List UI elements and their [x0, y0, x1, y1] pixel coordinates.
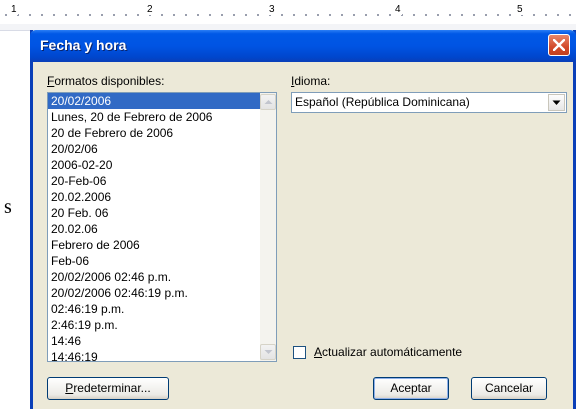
format-option[interactable]: 20.02.06: [48, 221, 260, 237]
scroll-up-button[interactable]: [260, 94, 276, 110]
close-icon: [553, 39, 565, 51]
dialog-titlebar[interactable]: Fecha y hora: [30, 30, 576, 62]
language-dropdown-button[interactable]: [548, 94, 565, 111]
format-option[interactable]: 20/02/2006: [48, 93, 260, 109]
chevron-down-icon: [552, 100, 561, 105]
formats-scrollbar[interactable]: [260, 93, 276, 361]
arrow-down-icon: [264, 350, 273, 354]
format-option[interactable]: 2:46:19 p.m.: [48, 317, 260, 333]
document-ruler: 1 2 3 4 5: [0, 0, 576, 31]
format-option[interactable]: 2006-02-20: [48, 157, 260, 173]
format-option[interactable]: 14:46:19: [48, 349, 260, 361]
format-option[interactable]: 20 Feb. 06: [48, 205, 260, 221]
ruler-number-5: 5: [516, 4, 524, 15]
language-select-value: Español (República Dominicana): [295, 95, 470, 109]
dialog-title: Fecha y hora: [40, 37, 127, 53]
format-option[interactable]: 20/02/06: [48, 141, 260, 157]
language-select[interactable]: Español (República Dominicana): [291, 92, 567, 113]
ruler-number-1: 1: [10, 4, 18, 15]
format-option[interactable]: Febrero de 2006: [48, 237, 260, 253]
format-option[interactable]: 02:46:19 p.m.: [48, 301, 260, 317]
background-document-text: s: [4, 196, 12, 218]
cancel-button[interactable]: Cancelar: [471, 377, 547, 400]
format-option[interactable]: 20/02/2006 02:46:19 p.m.: [48, 285, 260, 301]
formats-label: Formatos disponibles:: [47, 74, 165, 88]
ruler-number-4: 4: [394, 4, 402, 15]
language-label: Idioma:: [291, 74, 331, 88]
scroll-down-button[interactable]: [260, 344, 276, 360]
default-button[interactable]: Predeterminar...: [47, 377, 169, 400]
format-option[interactable]: Feb-06: [48, 253, 260, 269]
format-option[interactable]: 14:46: [48, 333, 260, 349]
format-option[interactable]: Lunes, 20 de Febrero de 2006: [48, 109, 260, 125]
format-option[interactable]: 20.02.2006: [48, 189, 260, 205]
format-option[interactable]: 20/02/2006 02:46 p.m.: [48, 269, 260, 285]
formats-listbox[interactable]: 20/02/2006 Lunes, 20 de Febrero de 2006 20…: [47, 92, 277, 362]
date-time-dialog: Fecha y hora Formatos disponibles: 20/02…: [30, 30, 576, 409]
format-option[interactable]: 20 de Febrero de 2006: [48, 125, 260, 141]
ruler-ticks: [0, 14, 576, 16]
ruler-number-3: 3: [268, 4, 276, 15]
arrow-up-icon: [264, 100, 273, 104]
ok-button[interactable]: Aceptar: [373, 377, 449, 400]
close-button[interactable]: [548, 34, 570, 56]
auto-update-checkbox[interactable]: [293, 346, 306, 359]
formats-list: 20/02/2006 Lunes, 20 de Febrero de 2006 20…: [48, 93, 260, 361]
format-option[interactable]: 20-Feb-06: [48, 173, 260, 189]
auto-update-label[interactable]: Actualizar automáticamente: [314, 345, 462, 359]
ruler-number-2: 2: [146, 4, 154, 15]
